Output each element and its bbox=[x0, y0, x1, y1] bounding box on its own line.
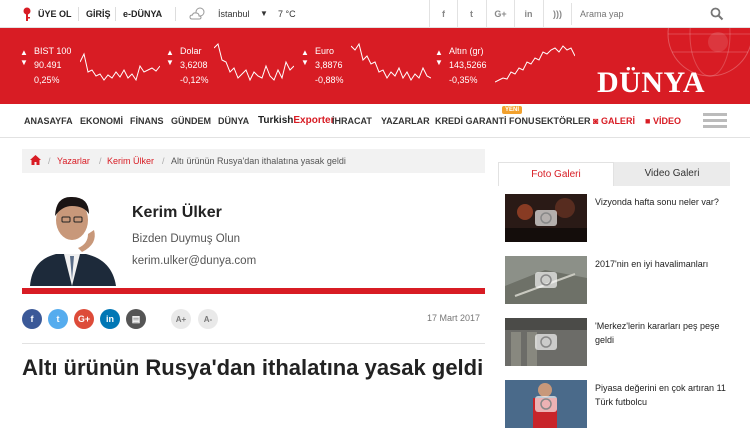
gallery-thumbnail bbox=[505, 194, 587, 242]
register-link[interactable]: ÜYE OL bbox=[38, 9, 72, 19]
top-bar: ÜYE OL GİRİŞ e-DÜNYA İstanbul ▼ 7 °C f t… bbox=[0, 0, 750, 28]
main-nav: ANASAYFA EKONOMİ FİNANS GÜNDEM DÜNYA Tur… bbox=[0, 104, 750, 138]
up-down-arrow-icon: ▲ ▼ bbox=[166, 48, 174, 67]
google-plus-icon[interactable]: G+ bbox=[486, 0, 514, 28]
camera-icon: ◙ bbox=[593, 116, 601, 126]
print-icon[interactable]: ▤ bbox=[126, 309, 146, 329]
nav-item-anasayfa[interactable]: ANASAYFA bbox=[24, 116, 73, 126]
sparkline-chart bbox=[351, 42, 431, 81]
sparkline-chart bbox=[495, 45, 575, 83]
market-ticker: ▲ ▼ BIST 100 90.491 0,25% ▲ ▼ Dolar 3,6208… bbox=[0, 28, 750, 104]
gallery-caption[interactable]: 'Merkez'lerin kararları peş peşe geldi bbox=[595, 319, 727, 347]
font-increase-button[interactable]: A+ bbox=[171, 309, 191, 329]
nav-item-ekonomi[interactable]: EKONOMİ bbox=[80, 116, 123, 126]
tab-video-gallery[interactable]: Video Galeri bbox=[614, 162, 730, 186]
divider bbox=[78, 7, 79, 21]
gallery-caption[interactable]: Vizyonda hafta sonu neler var? bbox=[595, 195, 727, 209]
up-down-arrow-icon: ▲ ▼ bbox=[435, 48, 443, 67]
nav-item-sektorler[interactable]: SEKTÖRLER bbox=[535, 116, 591, 126]
publish-date: 17 Mart 2017 bbox=[427, 313, 481, 323]
twitter-icon[interactable]: t bbox=[457, 0, 485, 28]
gallery-widget: Fotо Galeri Video Galeri Vizyonda hafta … bbox=[498, 162, 730, 428]
author-photo[interactable] bbox=[22, 190, 120, 286]
gallery-thumbnail bbox=[505, 318, 587, 366]
turkish-exporter-link[interactable]: TurkishExporter bbox=[258, 115, 335, 126]
author-name[interactable]: Kerim Ülker bbox=[132, 204, 222, 222]
divider bbox=[22, 288, 485, 294]
sparkline-chart bbox=[80, 52, 160, 82]
divider bbox=[115, 7, 116, 21]
breadcrumb-separator: / bbox=[48, 156, 51, 166]
temperature: 7 °C bbox=[278, 9, 296, 19]
nav-item-galeri[interactable]: ◙ GALERİ bbox=[593, 116, 635, 126]
search-box bbox=[571, 3, 730, 25]
nav-item-yazarlar[interactable]: YAZARLAR bbox=[381, 116, 430, 126]
nav-item-kredi-garanti-fonu[interactable]: KREDİ GARANTİ FONU bbox=[435, 116, 535, 126]
breadcrumb-separator: / bbox=[162, 156, 165, 166]
dunya-logo[interactable]: DÜNYA bbox=[597, 66, 705, 100]
facebook-icon[interactable]: f bbox=[429, 0, 457, 28]
nav-item-video[interactable]: ■ VİDEO bbox=[645, 116, 681, 126]
rss-icon[interactable]: ))) bbox=[543, 0, 571, 28]
breadcrumb-current: Altı ürünün Rusya'dan ithalatına yasak g… bbox=[171, 156, 346, 166]
divider bbox=[22, 343, 485, 344]
share-twitter-icon[interactable]: t bbox=[48, 309, 68, 329]
gallery-item[interactable]: Piyasa değerini en çok artıran 11 Türk f… bbox=[505, 380, 730, 434]
partly-cloudy-icon bbox=[189, 7, 205, 20]
gallery-item[interactable]: Vizyonda hafta sonu neler var? bbox=[505, 194, 730, 248]
breadcrumb: / Yazarlar / Kerim Ülker / Altı ürünün R… bbox=[22, 149, 485, 173]
divider bbox=[175, 7, 176, 21]
linkedin-icon[interactable]: in bbox=[514, 0, 542, 28]
article-headline: Altı ürünün Rusya'dan ithalatına yasak g… bbox=[22, 355, 484, 380]
nav-item-ihracat[interactable]: İHRACAT bbox=[332, 116, 372, 126]
nav-item-finans[interactable]: FİNANS bbox=[130, 116, 164, 126]
edunya-link[interactable]: e-DÜNYA bbox=[123, 9, 162, 19]
breadcrumb-separator: / bbox=[99, 156, 102, 166]
sparkline-chart bbox=[214, 43, 294, 82]
nav-item-gundem[interactable]: GÜNDEM bbox=[171, 116, 211, 126]
breadcrumb-writers[interactable]: Yazarlar bbox=[57, 156, 90, 166]
gallery-thumbnail bbox=[505, 256, 587, 304]
breadcrumb-author[interactable]: Kerim Ülker bbox=[107, 156, 154, 166]
video-camera-icon: ■ bbox=[645, 116, 653, 126]
hamburger-menu-icon[interactable] bbox=[703, 113, 727, 129]
login-link[interactable]: GİRİŞ bbox=[86, 9, 111, 19]
tab-photo-gallery[interactable]: Fotо Galeri bbox=[498, 162, 614, 186]
author-email[interactable]: kerim.ulker@dunya.com bbox=[132, 255, 256, 267]
new-badge: YENİ bbox=[502, 106, 523, 114]
gallery-item[interactable]: 'Merkez'lerin kararları peş peşe geldi bbox=[505, 318, 730, 372]
author-column-title: Bizden Duymuş Olun bbox=[132, 233, 241, 245]
share-linkedin-icon[interactable]: in bbox=[100, 309, 120, 329]
chevron-down-icon[interactable]: ▼ bbox=[260, 9, 268, 18]
nav-item-dunya[interactable]: DÜNYA bbox=[218, 116, 249, 126]
share-google-plus-icon[interactable]: G+ bbox=[74, 309, 94, 329]
key-icon bbox=[23, 7, 31, 21]
home-icon[interactable] bbox=[30, 155, 41, 165]
search-icon[interactable] bbox=[710, 7, 724, 21]
gallery-item[interactable]: 2017'nin en iyi havalimanları bbox=[505, 256, 730, 310]
up-down-arrow-icon: ▲ ▼ bbox=[301, 48, 309, 67]
city-selector[interactable]: İstanbul bbox=[218, 9, 250, 19]
font-decrease-button[interactable]: A- bbox=[198, 309, 218, 329]
gallery-caption[interactable]: 2017'nin en iyi havalimanları bbox=[595, 257, 727, 271]
gallery-caption[interactable]: Piyasa değerini en çok artıran 11 Türk f… bbox=[595, 381, 727, 409]
up-down-arrow-icon: ▲ ▼ bbox=[20, 48, 28, 67]
share-facebook-icon[interactable]: f bbox=[22, 309, 42, 329]
search-input[interactable] bbox=[580, 6, 700, 22]
